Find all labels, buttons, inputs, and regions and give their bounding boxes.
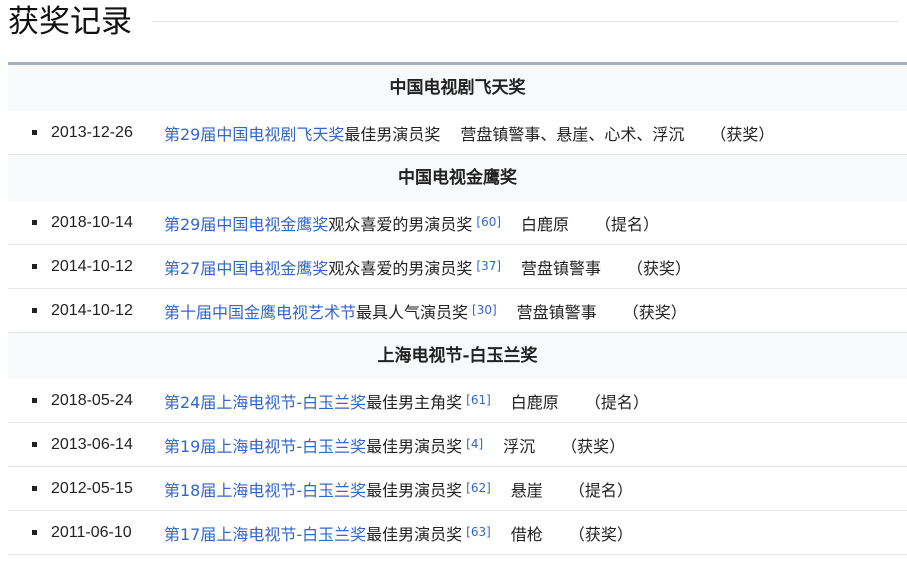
reference-link[interactable]: [4]: [466, 437, 483, 451]
reference-link[interactable]: [61]: [466, 393, 491, 407]
award-row: 2014-10-12 第27届中国电视金鹰奖 观众喜爱的男演员奖 [37] 营盘镇警事 （…: [8, 245, 907, 289]
award-date: 2014-10-12: [51, 257, 133, 275]
award-name: 最佳男演员奖: [344, 124, 441, 144]
bullet-icon: [32, 308, 37, 313]
reference-link[interactable]: [62]: [466, 481, 491, 495]
reference-link[interactable]: [63]: [466, 525, 491, 539]
award-work: 营盘镇警事: [516, 302, 597, 322]
award-work: 借枪: [510, 524, 543, 544]
bullet-icon: [32, 486, 37, 491]
bullet-icon: [32, 530, 37, 535]
award-name: 最具人气演员奖: [356, 302, 469, 322]
award-work: 白鹿原: [510, 392, 559, 412]
award-date: 2011-06-10: [51, 523, 132, 541]
award-event-link[interactable]: 第24届上海电视节-白玉兰奖: [164, 389, 366, 413]
reference-link[interactable]: [37]: [476, 259, 501, 273]
bullet-icon: [32, 220, 37, 225]
reference-link[interactable]: [30]: [472, 303, 497, 317]
bullet-icon: [32, 130, 37, 135]
award-row: 2013-12-26 第29届中国电视剧飞天奖 最佳男演员奖 营盘镇警事、悬崖、心术、…: [8, 111, 907, 154]
award-work: 白鹿原: [521, 214, 570, 234]
award-event-link[interactable]: 第19届上海电视节-白玉兰奖: [164, 433, 366, 457]
awards-table: 中国电视剧飞天奖 2013-12-26 第29届中国电视剧飞天奖 最佳男演员奖 营盘镇警…: [8, 62, 907, 555]
award-name: 最佳男演员奖: [366, 480, 463, 500]
award-work: 营盘镇警事: [521, 258, 602, 278]
award-event-link[interactable]: 第29届中国电视剧飞天奖: [164, 121, 344, 145]
award-result: （提名）: [568, 480, 633, 500]
category-heading: 中国电视剧飞天奖: [8, 65, 907, 111]
award-result: （获奖）: [561, 436, 626, 456]
award-date: 2014-10-12: [51, 301, 133, 319]
award-event-link[interactable]: 第17届上海电视节-白玉兰奖: [164, 521, 366, 545]
award-date: 2018-10-14: [51, 213, 133, 231]
award-row: 2018-05-24 第24届上海电视节-白玉兰奖 最佳男主角奖 [61] 白鹿原 （提名…: [8, 379, 907, 423]
award-event-link[interactable]: 第27届中国电视金鹰奖: [164, 255, 328, 279]
award-list: 2018-05-24 第24届上海电视节-白玉兰奖 最佳男主角奖 [61] 白鹿原 （提名…: [8, 379, 907, 555]
award-name: 最佳男演员奖: [366, 436, 463, 456]
award-work: 悬崖: [510, 480, 543, 500]
award-date: 2018-05-24: [51, 391, 133, 409]
award-row: 2012-05-15 第18届上海电视节-白玉兰奖 最佳男演员奖 [62] 悬崖 （提名）: [8, 467, 907, 511]
bullet-icon: [32, 398, 37, 403]
award-date: 2013-12-26: [51, 123, 133, 141]
award-result: （获奖）: [710, 124, 775, 144]
award-result: （获奖）: [622, 302, 687, 322]
award-row: 2011-06-10 第17届上海电视节-白玉兰奖 最佳男演员奖 [63] 借枪 （获奖）: [8, 511, 907, 554]
award-result: （获奖）: [568, 524, 633, 544]
award-name: 观众喜爱的男演员奖: [328, 258, 473, 278]
reference-link[interactable]: [60]: [476, 215, 501, 229]
category-heading: 中国电视金鹰奖: [8, 155, 907, 201]
category-heading: 上海电视节-白玉兰奖: [8, 333, 907, 379]
award-work: 浮沉: [503, 436, 536, 456]
award-row: 2014-10-12 第十届中国金鹰电视艺术节 最具人气演员奖 [30] 营盘镇警事 （获…: [8, 289, 907, 332]
award-list: 2013-12-26 第29届中国电视剧飞天奖 最佳男演员奖 营盘镇警事、悬崖、心术、…: [8, 111, 907, 155]
title-divider: [152, 21, 899, 22]
award-date: 2013-06-14: [51, 435, 133, 453]
award-result: （获奖）: [627, 258, 692, 278]
award-row: 2018-10-14 第29届中国电视金鹰奖 观众喜爱的男演员奖 [60] 白鹿原 （提名…: [8, 201, 907, 245]
award-name: 观众喜爱的男演员奖: [328, 214, 473, 234]
award-result: （提名）: [595, 214, 660, 234]
award-event-link[interactable]: 第18届上海电视节-白玉兰奖: [164, 477, 366, 501]
bullet-icon: [32, 264, 37, 269]
award-event-link[interactable]: 第十届中国金鹰电视艺术节: [164, 299, 356, 323]
award-name: 最佳男主角奖: [366, 392, 463, 412]
page-title: 获奖记录: [8, 4, 132, 40]
award-work: 营盘镇警事、悬崖、心术、浮沉: [460, 124, 685, 144]
award-list: 2018-10-14 第29届中国电视金鹰奖 观众喜爱的男演员奖 [60] 白鹿原 （提名…: [8, 201, 907, 333]
section-header: 获奖记录: [0, 0, 907, 62]
award-event-link[interactable]: 第29届中国电视金鹰奖: [164, 211, 328, 235]
award-row: 2013-06-14 第19届上海电视节-白玉兰奖 最佳男演员奖 [4] 浮沉 （获奖）: [8, 423, 907, 467]
award-name: 最佳男演员奖: [366, 524, 463, 544]
award-result: （提名）: [584, 392, 649, 412]
bullet-icon: [32, 442, 37, 447]
award-date: 2012-05-15: [51, 479, 133, 497]
